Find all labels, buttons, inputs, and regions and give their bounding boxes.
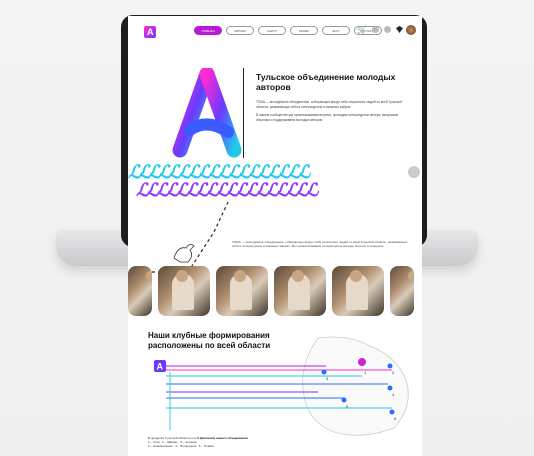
settings-icon[interactable] bbox=[383, 26, 391, 33]
svg-text:A: A bbox=[157, 362, 164, 372]
gallery-photo[interactable] bbox=[274, 266, 326, 316]
hero-description: ТОМА — молодёжное объединение, собирающе… bbox=[256, 100, 406, 126]
nav-item-authors[interactable]: Авторы bbox=[226, 26, 254, 35]
cart-icon[interactable]: 🛒 bbox=[357, 26, 367, 34]
search-icon[interactable] bbox=[371, 26, 379, 33]
gallery-photo[interactable] bbox=[128, 266, 152, 316]
nav-item-home[interactable]: Главная bbox=[194, 26, 222, 35]
site-logo[interactable]: A bbox=[144, 26, 156, 38]
logo-letter: A bbox=[147, 27, 154, 37]
user-avatar[interactable] bbox=[406, 25, 416, 35]
gallery-photo[interactable] bbox=[158, 266, 210, 316]
hero-paragraph-1: ТОМА — молодёжное объединение, собирающе… bbox=[256, 100, 402, 109]
photo-gallery bbox=[128, 266, 422, 316]
branches-stats: В пределах Тульской области есть 6 филиа… bbox=[148, 436, 408, 448]
about-text: ТОМА — молодёжное объединение, собирающе… bbox=[232, 240, 408, 249]
branch-item: 2 – Новомосковск bbox=[148, 444, 173, 448]
hero-divider bbox=[243, 68, 244, 158]
top-navigation: A Главная Авторы Книги Афиша Шоп Контакт… bbox=[128, 16, 422, 48]
location-icon[interactable] bbox=[395, 26, 403, 33]
brand-logo-large bbox=[172, 68, 242, 158]
region-map: A 1 2 3 4 5 6 bbox=[154, 336, 409, 436]
stats-highlight: 6 филиалов нашего объединения bbox=[197, 436, 248, 440]
mascot-row-cyan: ℒℒℒℒℒℒℒℒℒℒℒℒℒℒℒℒℒℒ bbox=[128, 162, 310, 182]
gallery-photo[interactable] bbox=[216, 266, 268, 316]
hero-paragraph-2: В нашем сообществе мы организовываем вст… bbox=[256, 113, 399, 122]
nav-icons: 🛒 bbox=[357, 26, 403, 34]
nav-item-events[interactable]: Афиша bbox=[290, 26, 318, 35]
branch-item: 4 – Богородицк bbox=[175, 444, 197, 448]
scroll-button[interactable] bbox=[408, 166, 420, 178]
nav-menu: Главная Авторы Книги Афиша Шоп Контакты bbox=[194, 26, 382, 35]
nav-item-books[interactable]: Книги bbox=[258, 26, 286, 35]
hero-title: Тульское объединение молодых авторов bbox=[256, 72, 396, 92]
gallery-photo[interactable] bbox=[390, 266, 414, 316]
nav-item-shop[interactable]: Шоп bbox=[322, 26, 350, 35]
branch-item: 6 – Плавск bbox=[198, 444, 214, 448]
mascot-sketch-icon bbox=[173, 244, 195, 263]
gallery-photo[interactable] bbox=[332, 266, 384, 316]
website-mockup: A Главная Авторы Книги Афиша Шоп Контакт… bbox=[128, 16, 422, 456]
region-map-app-logo: A bbox=[154, 360, 166, 372]
